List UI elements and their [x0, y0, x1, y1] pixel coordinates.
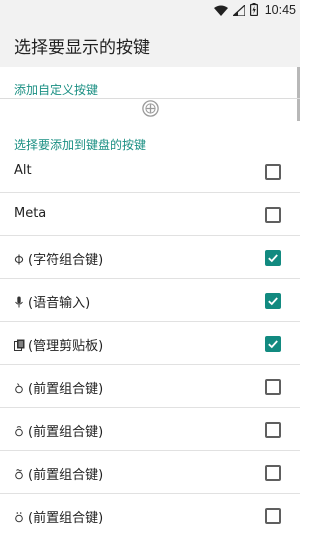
dead-key-icon	[14, 382, 24, 394]
dead-key-icon	[14, 425, 24, 437]
key-row-dead-key[interactable]: (前置组合键)	[0, 408, 300, 451]
wifi-icon	[213, 1, 228, 20]
key-label: (管理剪贴板)	[14, 335, 103, 354]
checkbox[interactable]	[265, 379, 281, 395]
scrollbar[interactable]	[297, 67, 300, 121]
add-circle-icon	[142, 100, 159, 117]
status-time: 10:45	[264, 3, 296, 17]
key-label: (前置组合键)	[14, 421, 103, 440]
checkbox[interactable]	[265, 422, 281, 438]
checkmark-icon	[268, 297, 278, 306]
section-header-add-custom: 添加自定义按键	[14, 83, 99, 97]
key-row-dead-key[interactable]: (前置组合键)	[0, 494, 300, 533]
key-row-meta[interactable]: Meta	[0, 193, 300, 236]
key-label: (字符组合键)	[14, 249, 103, 268]
key-label: Alt	[14, 163, 32, 178]
checkbox[interactable]	[265, 465, 281, 481]
checkbox[interactable]	[265, 250, 281, 266]
add-custom-key-button[interactable]	[142, 100, 159, 117]
page-title: 选择要显示的按键	[14, 38, 150, 58]
dead-key-icon	[14, 468, 24, 480]
checkmark-icon	[268, 254, 278, 263]
checkbox[interactable]	[265, 293, 281, 309]
dead-key-icon	[14, 511, 24, 523]
checkbox[interactable]	[265, 207, 281, 223]
key-row-compose[interactable]: (字符组合键)	[0, 236, 300, 279]
battery-charging-icon	[249, 1, 258, 20]
app-bar: 选择要显示的按键	[0, 20, 300, 67]
microphone-icon	[14, 296, 24, 308]
key-row-dead-key[interactable]: (前置组合键)	[0, 365, 300, 408]
key-label: (前置组合键)	[14, 464, 103, 483]
clipboard-icon	[14, 339, 25, 351]
key-row-clipboard[interactable]: (管理剪贴板)	[0, 322, 300, 365]
phi-icon	[14, 253, 24, 265]
key-label: (前置组合键)	[14, 378, 103, 397]
key-label: Meta	[14, 206, 47, 221]
status-icons: 10:45	[213, 0, 296, 20]
key-row-dead-key[interactable]: (前置组合键)	[0, 451, 300, 494]
checkbox[interactable]	[265, 336, 281, 352]
key-label: (语音输入)	[14, 292, 90, 311]
key-row-voice-input[interactable]: (语音输入)	[0, 279, 300, 322]
key-label: (前置组合键)	[14, 507, 103, 526]
divider	[0, 98, 300, 99]
checkbox[interactable]	[265, 164, 281, 180]
checkmark-icon	[268, 340, 278, 349]
status-bar: 10:45	[0, 0, 300, 20]
key-row-alt[interactable]: Alt	[0, 150, 300, 193]
checkbox[interactable]	[265, 508, 281, 524]
signal-icon	[231, 1, 246, 20]
